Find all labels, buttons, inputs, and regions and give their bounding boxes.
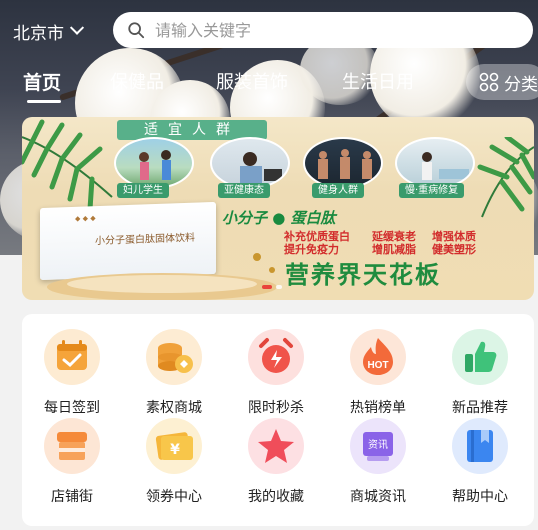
banner-group-label: 慢·重病修复 <box>399 183 465 198</box>
search-icon <box>128 22 145 39</box>
banner-group-label: 妇儿学生 <box>117 183 169 198</box>
news-icon: 资讯 <box>350 418 406 474</box>
hot-flame-icon: HOT <box>350 329 406 385</box>
help-book-icon <box>452 418 508 474</box>
shortcut-label: 店铺街 <box>51 489 93 505</box>
category-button[interactable]: 分类 <box>466 64 538 100</box>
alarm-clock-icon <box>248 329 304 385</box>
thumbs-up-icon <box>452 329 508 385</box>
banner-photo-students <box>114 137 194 189</box>
search-input[interactable] <box>155 20 515 40</box>
shortcut-label: 我的收藏 <box>248 489 304 505</box>
shortcut-my-favorites[interactable]: 我的收藏 <box>226 417 326 505</box>
shortcut-label: 素权商城 <box>146 400 202 416</box>
carousel-dot-active[interactable] <box>262 285 272 289</box>
shortcut-label: 商城资讯 <box>350 489 406 505</box>
svg-text:¥: ¥ <box>170 442 180 458</box>
shortcut-coupon-center[interactable]: ¥ 领券中心 <box>124 417 224 505</box>
shortcut-new-products[interactable]: 新品推荐 <box>430 328 530 416</box>
tab-clothing-jewelry[interactable]: 服装首饰 <box>216 68 288 94</box>
city-label: 北京市 <box>13 24 64 44</box>
top-bar: 北京市 <box>0 0 538 60</box>
banner-photo-subhealth <box>210 137 290 189</box>
carousel-indicator <box>262 285 282 289</box>
category-button-label: 分类 <box>504 74 538 95</box>
shortcut-label: 帮助中心 <box>452 489 508 505</box>
shortcut-label: 每日签到 <box>44 400 100 416</box>
shortcut-grid: 每日签到 素权商城 限时秒杀 HOT 热销榜单 新品推荐 店铺街 ¥ 领券中心 … <box>22 314 534 526</box>
shortcut-flash-sale[interactable]: 限时秒杀 <box>226 328 326 416</box>
banner-group-label: 健身人群 <box>312 183 364 198</box>
shortcut-label: 领券中心 <box>146 489 202 505</box>
category-grid-icon <box>479 72 499 92</box>
shop-icon <box>44 418 100 474</box>
svg-text:HOT: HOT <box>367 360 388 371</box>
active-tab-indicator <box>27 100 61 103</box>
product-name: 小分子 ● 蛋白肽 <box>222 209 336 227</box>
banner-photo-fitness <box>303 137 383 189</box>
category-tabs: 首页 保健品 服装首饰 生活日用 分类 <box>0 62 538 106</box>
spoon-powder-decoration <box>47 253 277 300</box>
palm-leaf-decoration-right <box>477 137 534 218</box>
star-icon <box>248 418 304 474</box>
svg-text:资讯: 资讯 <box>368 439 388 451</box>
tab-health-products[interactable]: 保健品 <box>110 68 164 94</box>
carousel-dot[interactable] <box>276 285 282 289</box>
promo-banner[interactable]: 适宜人群 妇儿学生 亚健康态 健身人群 慢·重病修复 ◆ ◆ ◆ 小分子蛋白肽固… <box>22 117 534 300</box>
shortcut-shop-street[interactable]: 店铺街 <box>22 417 122 505</box>
banner-photo-recovery <box>395 137 475 189</box>
coins-stack-icon <box>146 329 202 385</box>
shortcut-daily-checkin[interactable]: 每日签到 <box>22 328 122 416</box>
banner-group-label: 亚健康态 <box>218 183 270 198</box>
banner-slogan: 营养界天花板 <box>285 261 441 289</box>
shortcut-label: 热销榜单 <box>350 400 406 416</box>
calendar-check-icon <box>44 329 100 385</box>
shortcut-mall-news[interactable]: 资讯 商城资讯 <box>328 417 428 505</box>
coupon-icon: ¥ <box>146 418 202 474</box>
shortcut-points-mall[interactable]: 素权商城 <box>124 328 224 416</box>
city-selector[interactable]: 北京市 <box>13 19 85 44</box>
shortcut-hot-list[interactable]: HOT 热销榜单 <box>328 328 428 416</box>
search-bar[interactable] <box>113 12 533 48</box>
chevron-down-icon <box>69 20 85 35</box>
shortcut-label: 限时秒杀 <box>248 400 304 416</box>
shortcut-help-center[interactable]: 帮助中心 <box>430 417 530 505</box>
tab-home[interactable]: 首页 <box>23 68 61 95</box>
tab-daily-life[interactable]: 生活日用 <box>342 68 414 94</box>
shortcut-label: 新品推荐 <box>452 400 508 416</box>
